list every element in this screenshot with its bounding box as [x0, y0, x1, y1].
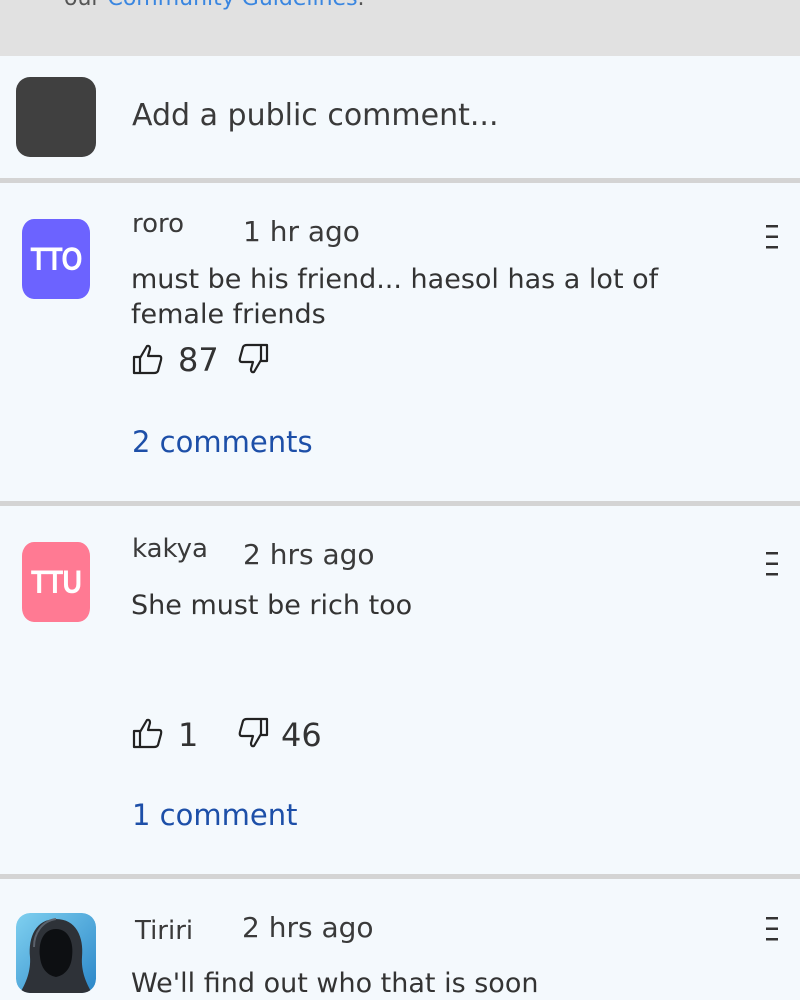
notice-text: our Community Guidelines.: [64, 0, 365, 11]
view-replies-link[interactable]: 1 comment: [132, 798, 297, 832]
like-count: 87: [178, 341, 219, 379]
avatar-text: TTO: [30, 240, 82, 277]
hooded-figure-icon[interactable]: [16, 913, 96, 993]
add-comment-input[interactable]: Add a public comment...: [132, 98, 498, 133]
more-options-icon[interactable]: [764, 915, 780, 943]
add-comment-row[interactable]: Add a public comment...: [0, 56, 800, 178]
like-icon[interactable]: [132, 343, 164, 375]
avatar-text: TTU: [30, 563, 82, 600]
comment-username[interactable]: roro: [132, 209, 184, 239]
comment-item: TTO roro 1 hr ago must be his friend... …: [0, 183, 800, 501]
comment-text: We'll find out who that is soon: [131, 968, 539, 999]
current-user-avatar: [16, 77, 96, 157]
notice-prefix: our: [64, 0, 107, 11]
comment-item: Tiriri 2 hrs ago We'll find out who that…: [0, 879, 800, 1000]
like-icon[interactable]: [132, 717, 164, 749]
notice-suffix: .: [358, 0, 365, 11]
dislike-icon[interactable]: [237, 343, 269, 375]
comment-time: 2 hrs ago: [242, 911, 374, 944]
comment-text: must be his friend... haesol has a lot o…: [131, 264, 659, 330]
comment-username[interactable]: Tiriri: [135, 916, 193, 946]
avatar[interactable]: TTU: [22, 542, 90, 622]
more-options-icon[interactable]: [764, 223, 780, 251]
dislike-count: 46: [281, 716, 322, 754]
like-count: 1: [178, 716, 199, 754]
community-guidelines-link[interactable]: Community Guidelines: [107, 0, 357, 11]
comment-time: 1 hr ago: [243, 215, 360, 248]
comment-time: 2 hrs ago: [243, 538, 375, 571]
comment-username[interactable]: kakya: [132, 534, 208, 564]
comment-item: TTU kakya 2 hrs ago She must be rich too…: [0, 506, 800, 874]
more-options-icon[interactable]: [764, 550, 780, 578]
community-notice: our Community Guidelines.: [0, 0, 800, 56]
dislike-icon[interactable]: [237, 717, 269, 749]
comment-text: She must be rich too: [131, 590, 413, 621]
view-replies-link[interactable]: 2 comments: [132, 425, 313, 459]
avatar[interactable]: TTO: [22, 219, 90, 299]
